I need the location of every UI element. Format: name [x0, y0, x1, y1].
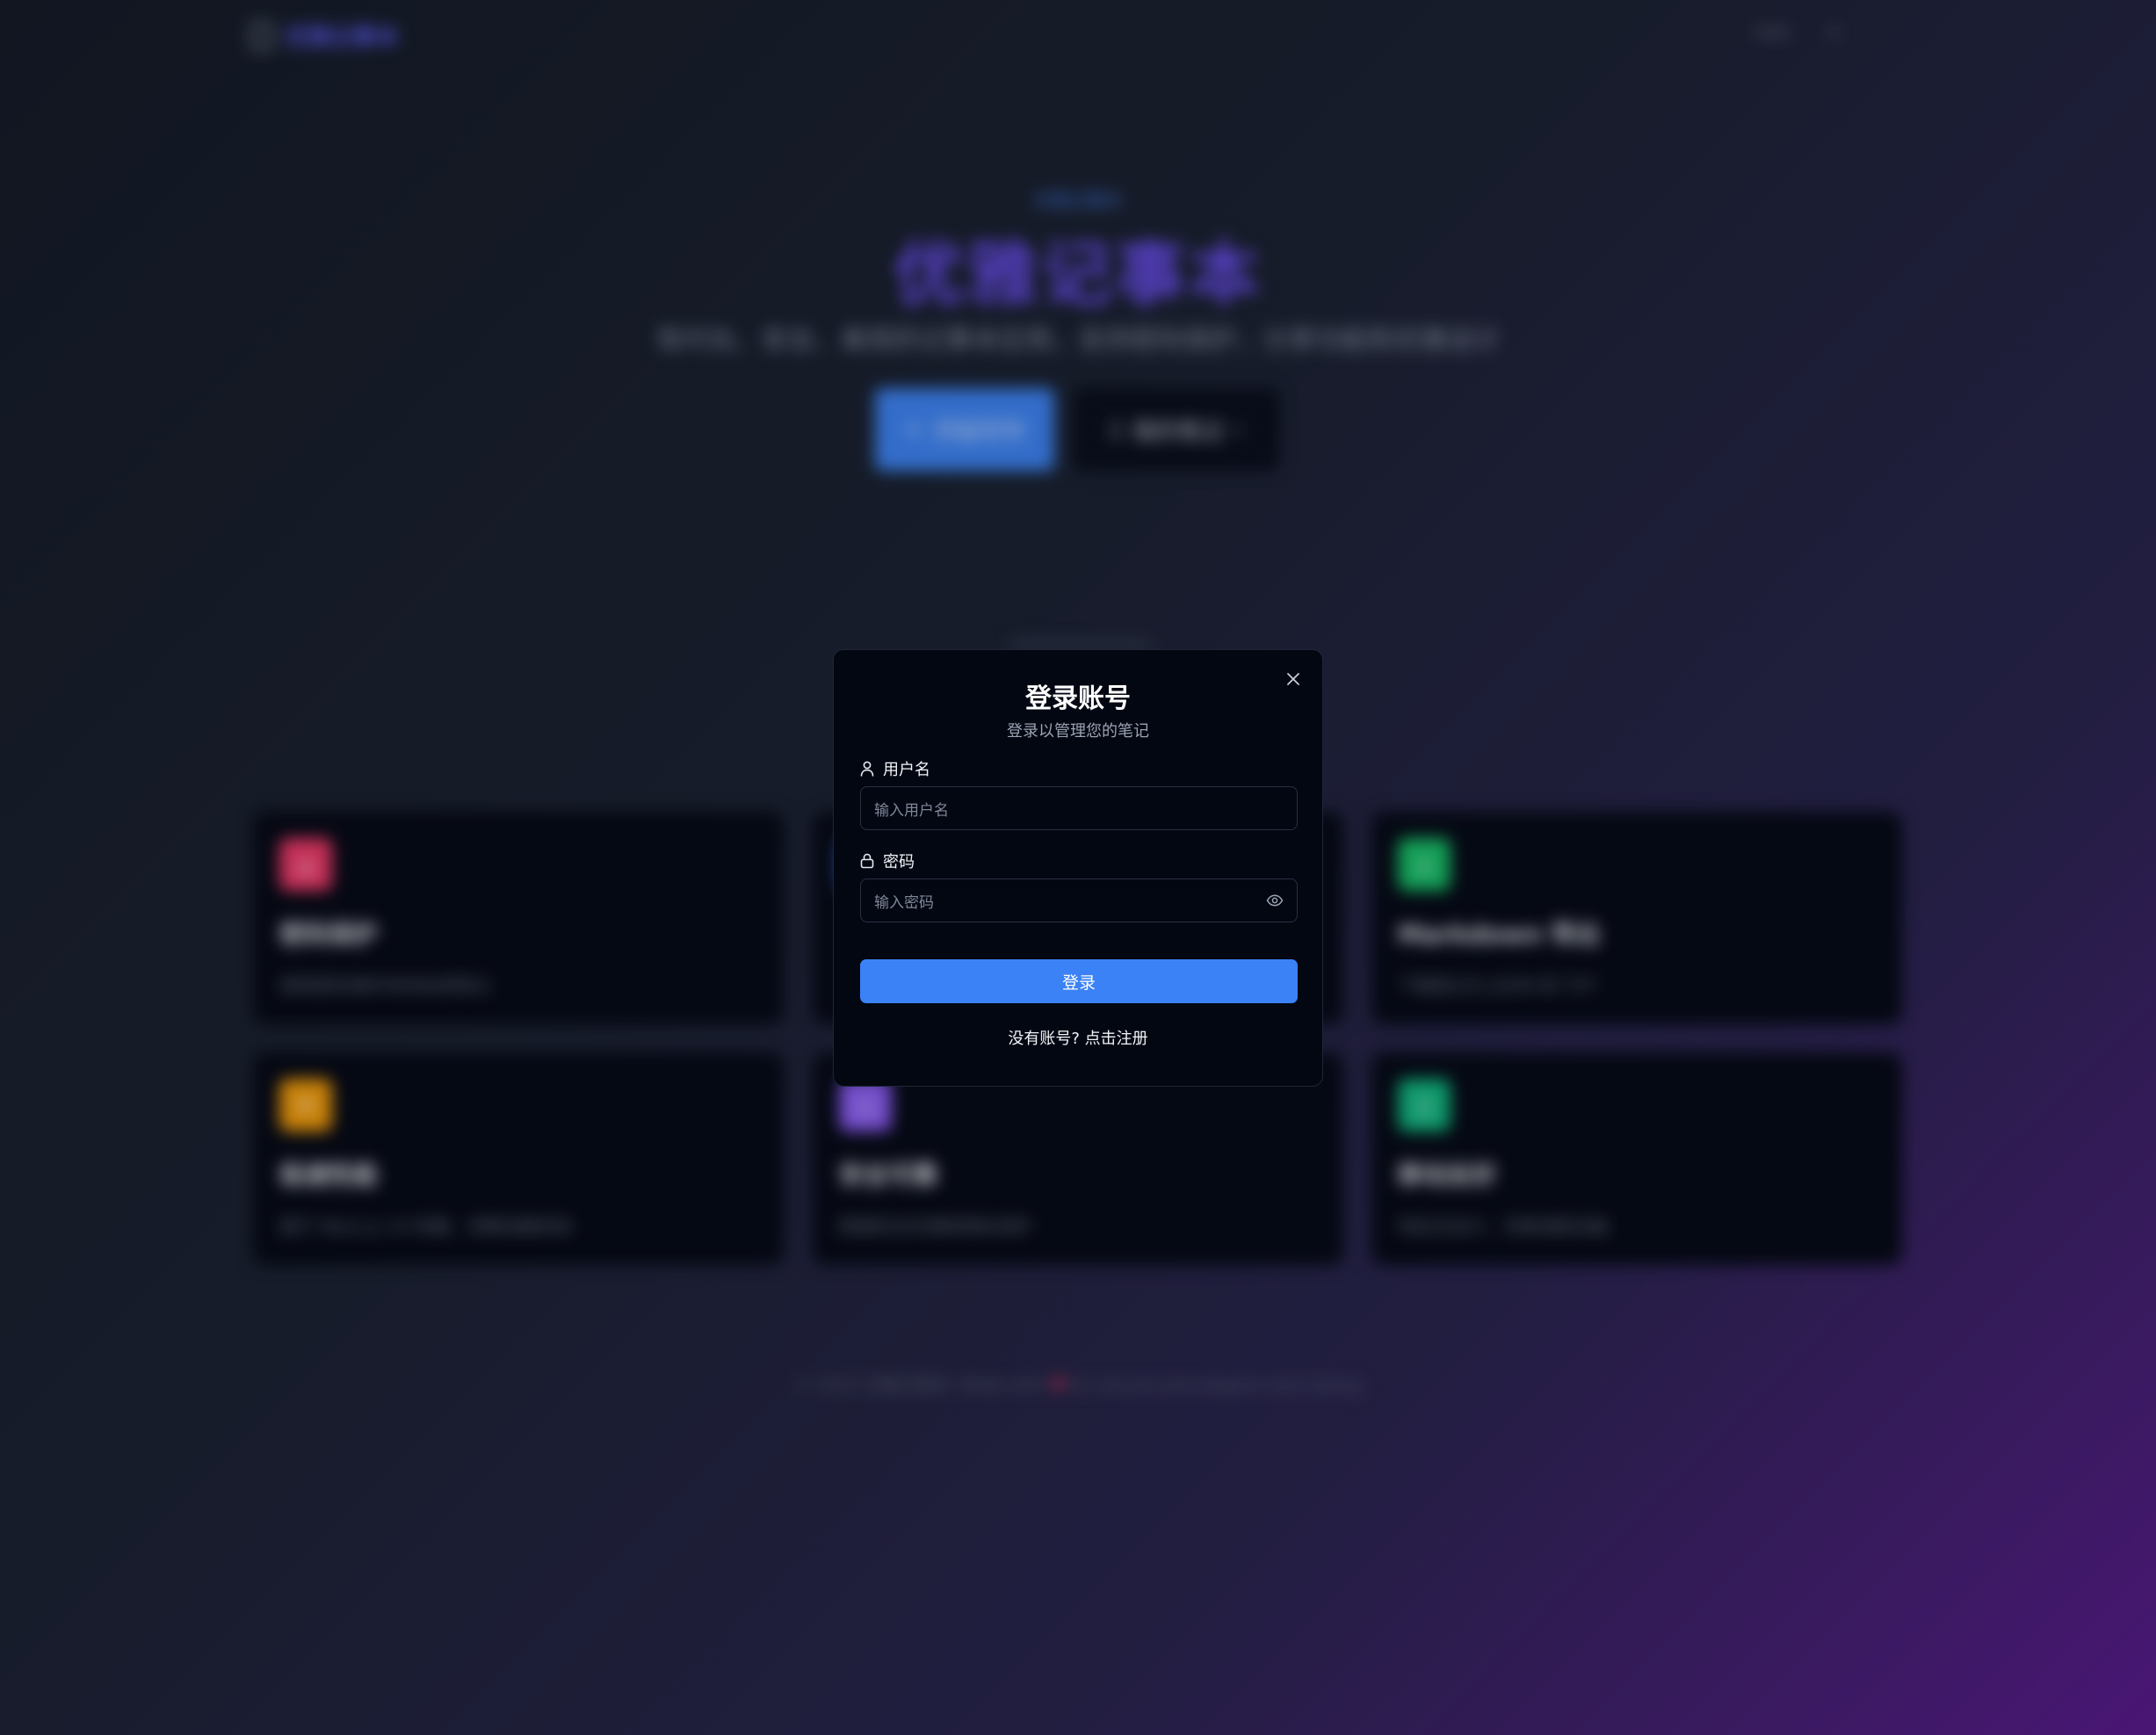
username-field[interactable]: 输入用户名	[860, 786, 1298, 830]
username-placeholder: 输入用户名	[874, 801, 949, 820]
modal-title: 登录账号	[1025, 683, 1131, 714]
username-label: 用户名	[860, 757, 930, 780]
password-label: 密码	[860, 849, 915, 872]
register-link[interactable]: 没有账号? 点击注册	[834, 1026, 1322, 1049]
password-label-text: 密码	[883, 853, 915, 871]
eye-icon[interactable]	[1266, 894, 1284, 907]
password-placeholder: 输入密码	[874, 893, 934, 912]
modal-subtitle: 登录以管理您的笔记	[1007, 722, 1149, 741]
lock-icon	[860, 853, 874, 869]
login-button[interactable]: 登录	[860, 959, 1298, 1003]
username-label-text: 用户名	[883, 761, 930, 779]
login-modal: 登录账号 登录以管理您的笔记 用户名 输入用户名 密码 输入密码 登录 没有账号…	[833, 649, 1323, 1087]
password-field[interactable]: 输入密码	[860, 878, 1298, 922]
user-icon	[860, 761, 874, 777]
